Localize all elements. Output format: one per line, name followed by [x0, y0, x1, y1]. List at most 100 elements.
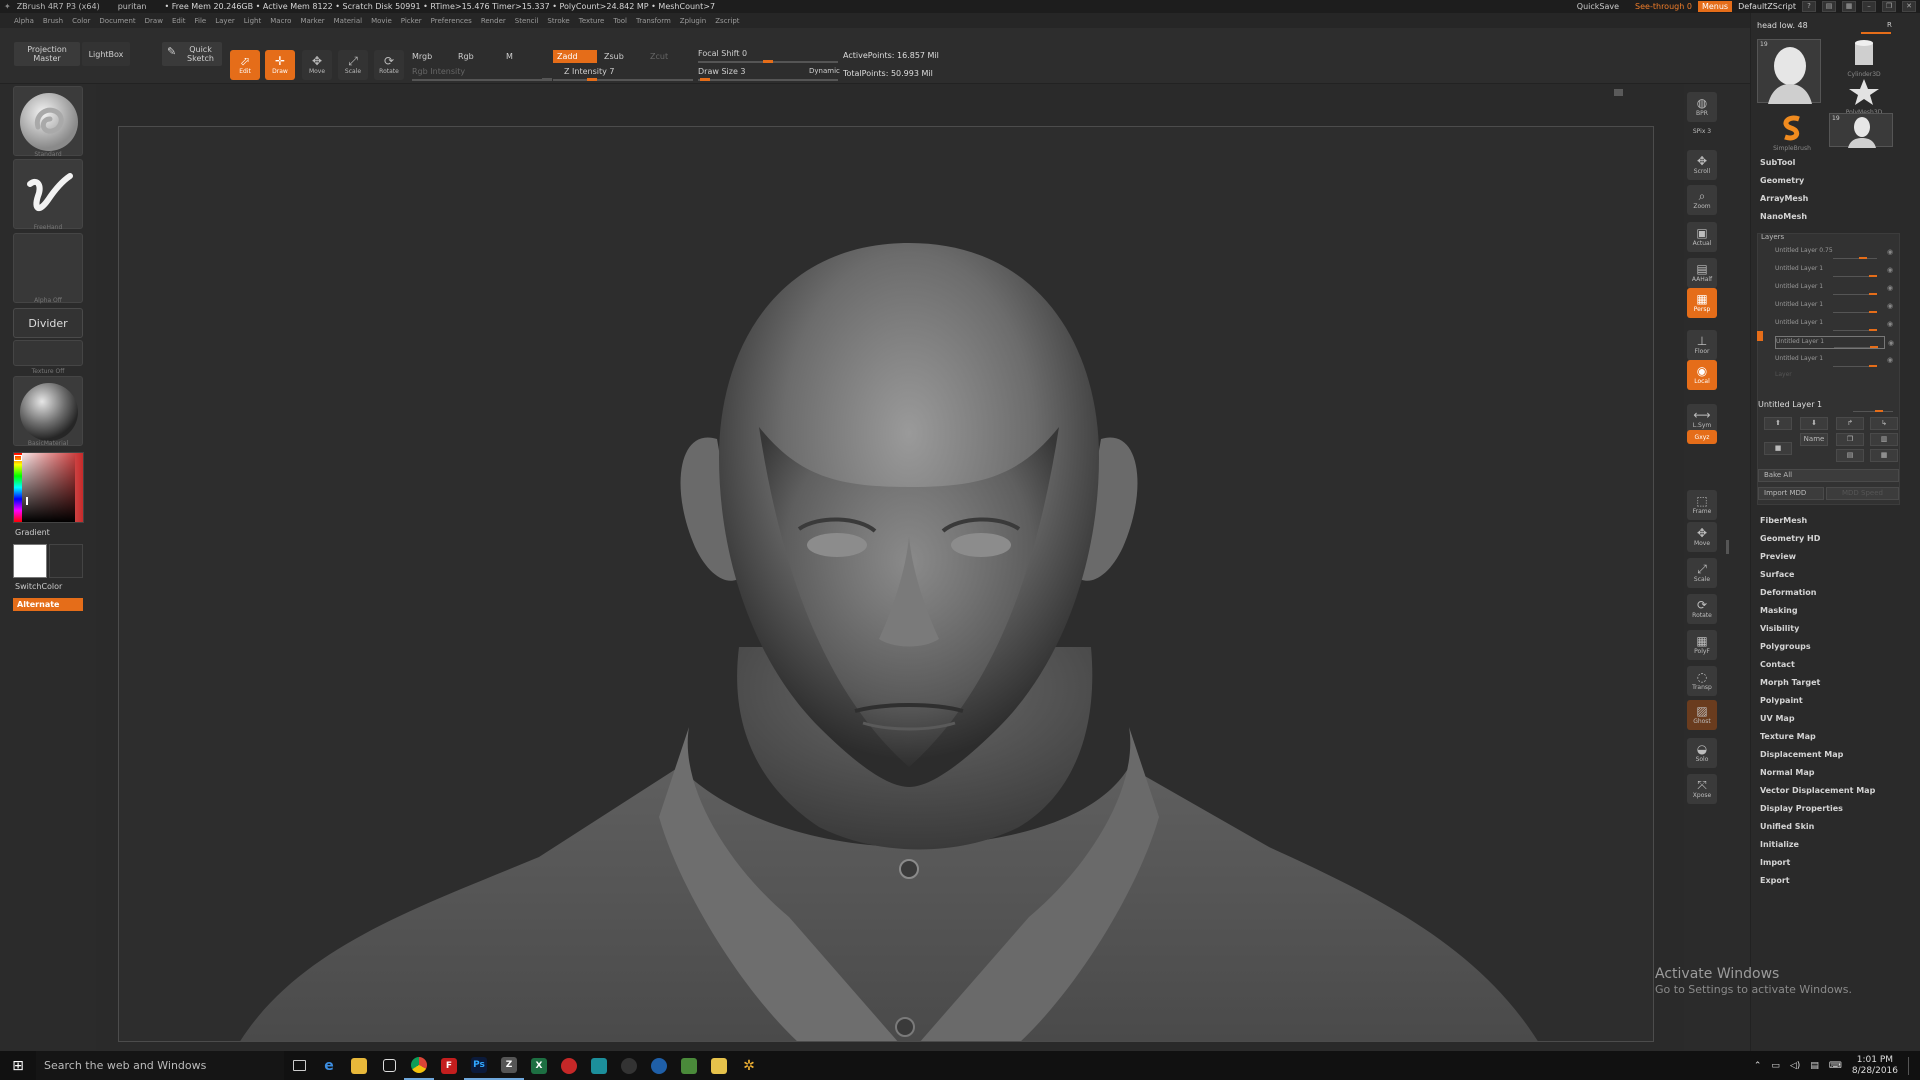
tool-menu-export[interactable]: Export — [1760, 876, 1790, 885]
quicksave-button[interactable]: QuickSave — [1567, 2, 1629, 11]
taskbar-app-blue[interactable] — [644, 1051, 674, 1080]
alpha-thumbnail[interactable] — [13, 233, 83, 303]
stroke-freehand-thumbnail[interactable] — [13, 159, 83, 229]
dynamic-button[interactable]: Dynamic — [809, 67, 840, 75]
layer-intensity-slider[interactable] — [1833, 275, 1877, 277]
taskbar-filezilla[interactable]: F — [434, 1051, 464, 1080]
tool-menu-geometry[interactable]: Geometry — [1760, 176, 1804, 185]
taskbar-app-dark[interactable] — [614, 1051, 644, 1080]
layer-delete-button[interactable]: ▥ — [1870, 433, 1898, 446]
network-icon[interactable]: ▭ — [1771, 1061, 1780, 1071]
default-zscript-button[interactable]: DefaultZScript — [1738, 2, 1796, 11]
start-button[interactable]: ⊞ — [0, 1051, 36, 1080]
shelf-transp-button[interactable]: ◌ Transp — [1687, 666, 1717, 696]
menu-layer[interactable]: Layer — [215, 17, 235, 25]
tool-menu-display-properties[interactable]: Display Properties — [1760, 804, 1843, 813]
secondary-color-swatch[interactable] — [49, 544, 83, 578]
switchcolor-button[interactable]: SwitchColor — [15, 582, 62, 591]
menu-tool[interactable]: Tool — [613, 17, 627, 25]
minimize-icon[interactable]: – — [1862, 1, 1876, 12]
shelf-frame-button[interactable]: ⬚ Frame — [1687, 490, 1717, 520]
tool-menu-geometry-hd[interactable]: Geometry HD — [1760, 534, 1820, 543]
taskbar-chrome[interactable] — [404, 1051, 434, 1080]
main-color-swatch[interactable] — [13, 544, 47, 578]
lightbox-button[interactable]: LightBox — [82, 42, 130, 66]
z-intensity-slider[interactable]: Z Intensity 7 — [564, 67, 614, 76]
quick-sketch-button[interactable]: ✎ Quick Sketch — [162, 42, 222, 66]
taskbar-file-explorer[interactable] — [344, 1051, 374, 1080]
menu-stroke[interactable]: Stroke — [547, 17, 569, 25]
layer-merge-button[interactable]: ↳ — [1870, 417, 1898, 430]
layer-intensity-slider[interactable] — [1834, 346, 1878, 348]
shelf-rotate-button[interactable]: ⟳ Rotate — [1687, 594, 1717, 624]
shelf-aahalf-button[interactable]: ▤ AAHalf — [1687, 258, 1717, 288]
layer-visibility-icon[interactable]: ◉ — [1887, 283, 1893, 293]
z-intensity-track[interactable] — [553, 78, 693, 81]
current-layer-slider[interactable] — [1853, 410, 1893, 412]
tool-menu-contact[interactable]: Contact — [1760, 660, 1795, 669]
layer-duplicate-button[interactable]: ❐ — [1836, 433, 1864, 446]
color-picker[interactable] — [13, 452, 84, 523]
task-view-button[interactable] — [284, 1051, 314, 1080]
tool-menu-preview[interactable]: Preview — [1760, 552, 1796, 561]
divider-button[interactable]: Divider — [13, 308, 83, 338]
layer-down-button[interactable]: ⬇ — [1800, 417, 1828, 430]
tool-menu-surface[interactable]: Surface — [1760, 570, 1794, 579]
menu-material[interactable]: Material — [334, 17, 362, 25]
layer-intensity-slider[interactable] — [1833, 329, 1877, 331]
tool-menu-normal-map[interactable]: Normal Map — [1760, 768, 1814, 777]
shelf-local-button[interactable]: ◉ Local — [1687, 360, 1717, 390]
layer-up-button[interactable]: ⬆ — [1764, 417, 1792, 430]
material-thumbnail[interactable] — [13, 376, 83, 446]
menu-draw[interactable]: Draw — [145, 17, 163, 25]
import-mdd-button[interactable]: Import MDD — [1758, 487, 1824, 500]
taskbar-search-box[interactable]: Search the web and Windows — [36, 1051, 284, 1080]
shelf-zoom-button[interactable]: ⌕ Zoom — [1687, 185, 1717, 215]
menu-brush[interactable]: Brush — [43, 17, 63, 25]
taskbar-edge[interactable]: e — [314, 1051, 344, 1080]
menu-render[interactable]: Render — [481, 17, 506, 25]
tool-menu-initialize[interactable]: Initialize — [1760, 840, 1799, 849]
menu-zplugin[interactable]: Zplugin — [680, 17, 706, 25]
layer-row[interactable]: Untitled Layer 1 ◉ — [1775, 336, 1894, 349]
alternate-button[interactable]: Alternate — [13, 598, 83, 611]
shelf-bpr-button[interactable]: ◍ BPR — [1687, 92, 1717, 122]
menu-color[interactable]: Color — [72, 17, 90, 25]
menu-transform[interactable]: Transform — [636, 17, 671, 25]
layer-row[interactable]: Untitled Layer 1 ◉ — [1775, 300, 1893, 313]
tool-menu-arraymesh[interactable]: ArrayMesh — [1760, 194, 1808, 203]
tool-menu-fibermesh[interactable]: FiberMesh — [1760, 516, 1807, 525]
shelf-spix-button[interactable]: SPix 3 — [1687, 124, 1717, 138]
see-through-slider[interactable]: See-through 0 — [1635, 2, 1692, 11]
help-icon[interactable]: ? — [1802, 1, 1816, 12]
taskbar-app-star[interactable]: ✲ — [734, 1051, 764, 1080]
shelf-persp-button[interactable]: ▦ Persp — [1687, 288, 1717, 318]
layer-visibility-icon[interactable]: ◉ — [1887, 301, 1893, 311]
layer-row[interactable]: Untitled Layer 1 ◉ — [1775, 354, 1893, 367]
volume-icon[interactable]: ◁) — [1790, 1061, 1800, 1071]
layer-name-button[interactable]: Name — [1800, 433, 1828, 446]
focal-shift-track[interactable] — [698, 60, 838, 63]
menu-movie[interactable]: Movie — [371, 17, 392, 25]
taskbar-store[interactable] — [374, 1051, 404, 1080]
shelf-floor-button[interactable]: ⊥ Floor — [1687, 330, 1717, 360]
taskbar-app-teal[interactable] — [584, 1051, 614, 1080]
move-mode-button[interactable]: ✥ Move — [302, 50, 332, 80]
layer-visibility-icon[interactable]: ◉ — [1887, 247, 1893, 257]
color-picker-hue-bar[interactable] — [14, 453, 22, 522]
taskbar-clock[interactable]: 1:01 PM 8/28/2016 — [1852, 1055, 1898, 1077]
tool-slider[interactable] — [1861, 32, 1891, 34]
taskbar-app-green[interactable] — [674, 1051, 704, 1080]
notification-icon[interactable]: ▤ — [1810, 1061, 1819, 1071]
layer-row[interactable]: Untitled Layer 1 ◉ — [1775, 318, 1893, 331]
brush-standard-thumbnail[interactable] — [13, 86, 83, 156]
projection-master-button[interactable]: Projection Master — [14, 42, 80, 66]
shelf-ghost-button[interactable]: ▨ Ghost — [1687, 700, 1717, 730]
layer-visibility-icon[interactable]: ◉ — [1887, 355, 1893, 365]
menu-zscript[interactable]: Zscript — [715, 17, 739, 25]
menu-light[interactable]: Light — [244, 17, 261, 25]
shelf-scale-button[interactable]: ⤢ Scale — [1687, 558, 1717, 588]
tool-menu-uv-map[interactable]: UV Map — [1760, 714, 1795, 723]
zsub-button[interactable]: Zsub — [604, 52, 624, 61]
tool-menu-polypaint[interactable]: Polypaint — [1760, 696, 1803, 705]
